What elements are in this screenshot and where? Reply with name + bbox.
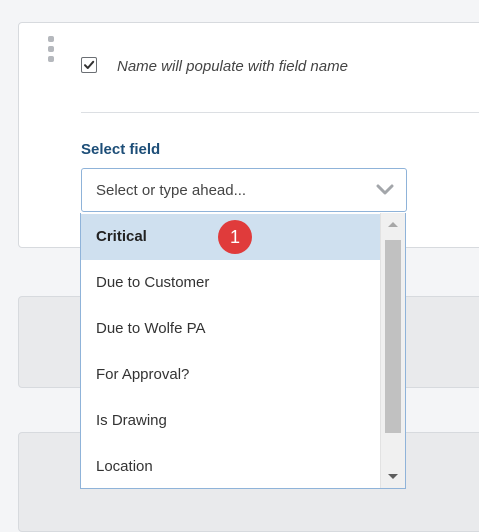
option-label: Is Drawing (96, 412, 167, 429)
chevron-down-icon[interactable] (376, 183, 394, 197)
option-due-to-wolfe-pa[interactable]: Due to Wolfe PA (81, 306, 381, 352)
populate-name-label: Name will populate with field name (117, 58, 348, 75)
select-field-placeholder: Select or type ahead... (96, 182, 247, 199)
step-number-badge: 1 (218, 220, 252, 254)
option-critical[interactable]: Critical 1 (81, 214, 381, 260)
option-label: For Approval? (96, 366, 190, 383)
drag-handle-icon[interactable] (47, 36, 55, 62)
scroll-up-arrow-icon[interactable] (388, 222, 398, 227)
option-is-drawing[interactable]: Is Drawing (81, 398, 381, 444)
option-label: Due to Wolfe PA (96, 320, 206, 337)
option-for-approval[interactable]: For Approval? (81, 352, 381, 398)
checkmark-icon (84, 60, 95, 69)
dropdown-scrollbar[interactable] (380, 213, 405, 488)
option-label: Location (96, 458, 153, 475)
scroll-down-arrow-icon[interactable] (388, 474, 398, 479)
select-field-dropdown[interactable]: Select or type ahead... (81, 168, 407, 212)
divider (81, 112, 479, 113)
option-location[interactable]: Location (81, 444, 381, 488)
scrollbar-thumb[interactable] (385, 240, 401, 433)
populate-name-checkbox[interactable] (81, 57, 97, 73)
select-field-label: Select field (81, 141, 161, 158)
select-field-options-list[interactable]: Critical 1 Due to Customer Due to Wolfe … (80, 213, 406, 489)
option-due-to-customer[interactable]: Due to Customer (81, 260, 381, 306)
option-label: Critical (96, 228, 147, 245)
option-label: Due to Customer (96, 274, 210, 291)
